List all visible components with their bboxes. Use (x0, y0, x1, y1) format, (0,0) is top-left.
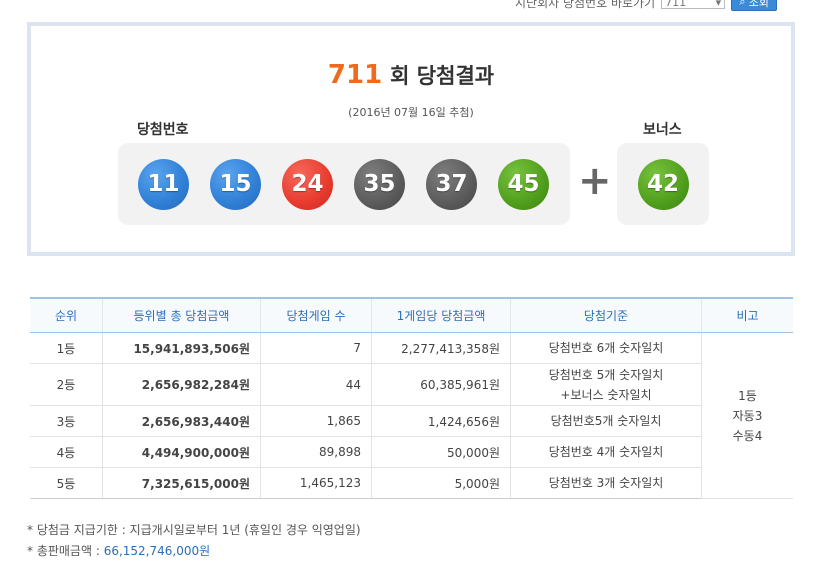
total-sales-label: * 총판매금액 : (27, 544, 104, 558)
total-sales-note: * 총판매금액 : 66,152,746,000원 (27, 541, 361, 562)
draw-date: (2016년 07월 16일 추첨) (348, 106, 474, 119)
col-rank: 순위 (30, 297, 103, 333)
criteria-text: 당첨번호 3개 숫자일치 (548, 476, 664, 490)
number-ball: 37 (426, 158, 477, 210)
col-count: 당첨게임 수 (260, 297, 372, 333)
rank-cell: 5등 (30, 467, 103, 499)
number-ball: 15 (210, 158, 261, 210)
footnotes: * 당첨금 지급기한 : 지급개시일로부터 1년 (휴일인 경우 익영업일) *… (27, 520, 361, 562)
criteria-cell: 당첨번호 5개 숫자일치 +보너스 숫자일치 (510, 363, 702, 406)
table-row: 5등 7,325,615,000원 1,465,123 5,000원 당첨번호 … (30, 467, 793, 499)
draw-round: 711 (327, 60, 383, 90)
per-game-cell: 1,424,656원 (371, 405, 511, 437)
col-total: 등위별 총 당첨금액 (102, 297, 261, 333)
rank-cell: 3등 (30, 405, 103, 437)
col-per-game: 1게임당 당첨금액 (371, 297, 511, 333)
total-sales-value: 66,152,746,000원 (103, 544, 211, 558)
prize-table: 순위 등위별 총 당첨금액 당첨게임 수 1게임당 당첨금액 당첨기준 비고 1… (30, 297, 793, 499)
number-ball: 24 (282, 158, 333, 210)
total-cell: 2,656,983,440원 (102, 405, 261, 437)
count-cell: 7 (260, 332, 372, 364)
round-select-value: 711 (665, 0, 687, 9)
note-line: 자동3 (732, 408, 763, 423)
note-line: 1등 (738, 388, 757, 403)
table-row: 1등 15,941,893,506원 7 2,277,413,358원 당첨번호… (30, 332, 793, 499)
number-ball: 11 (138, 158, 189, 210)
criteria-cell: 당첨번호 4개 숫자일치 (510, 436, 702, 468)
winning-numbers-label: 당첨번호 (137, 122, 189, 138)
count-cell: 89,898 (260, 436, 372, 468)
search-button-label: 조회 (748, 0, 769, 9)
total-cell: 15,941,893,506원 (102, 332, 261, 364)
col-note: 비고 (701, 297, 793, 333)
table-row: 3등 2,656,983,440원 1,865 1,424,656원 당첨번호5… (30, 405, 793, 437)
payout-deadline-note: * 당첨금 지급기한 : 지급개시일로부터 1년 (휴일인 경우 익영업일) (27, 523, 361, 537)
count-cell: 44 (260, 363, 372, 406)
count-cell: 1,465,123 (260, 467, 372, 499)
chevron-down-icon: ▾ (715, 0, 722, 9)
note-cell: 1등 자동3 수동4 (701, 332, 793, 499)
per-game-cell: 60,385,961원 (371, 363, 511, 406)
table-row: 4등 4,494,900,000원 89,898 50,000원 당첨번호 4개… (30, 436, 793, 468)
bonus-label: 보너스 (643, 122, 682, 138)
per-game-cell: 50,000원 (371, 436, 511, 468)
draw-title: 711 회 당첨결과 (31, 60, 791, 90)
criteria-cell: 당첨번호5개 숫자일치 (510, 405, 702, 437)
per-game-cell: 2,277,413,358원 (371, 332, 511, 364)
rank-cell: 2등 (30, 363, 103, 406)
note-line: 수동4 (732, 428, 763, 443)
search-icon: ⌕ (739, 0, 746, 8)
criteria-text: 당첨번호5개 숫자일치 (550, 414, 662, 428)
winning-numbers: 11 15 24 35 37 45 (118, 143, 570, 225)
past-round-search: 지난회차 당첨번호 바로가기 711 ▾ ⌕ 조회 (515, 0, 778, 12)
per-game-cell: 5,000원 (371, 467, 511, 499)
total-cell: 7,325,615,000원 (102, 467, 261, 499)
number-ball: 35 (354, 158, 405, 210)
criteria-cell: 당첨번호 6개 숫자일치 (510, 332, 702, 364)
rank-cell: 4등 (30, 436, 103, 468)
bonus-number: 42 (617, 143, 709, 225)
draw-result-box: 711 회 당첨결과 (2016년 07월 16일 추첨) 당첨번호 보너스 11… (27, 22, 795, 256)
total-cell: 2,656,982,284원 (102, 363, 261, 406)
criteria-text: 당첨번호 6개 숫자일치 (548, 341, 664, 355)
bonus-ball: 42 (637, 158, 689, 210)
total-cell: 4,494,900,000원 (102, 436, 261, 468)
count-cell: 1,865 (260, 405, 372, 437)
plus-icon: + (578, 158, 612, 204)
rank-cell: 1등 (30, 332, 103, 364)
table-header-row: 순위 등위별 총 당첨금액 당첨게임 수 1게임당 당첨금액 당첨기준 비고 (30, 297, 793, 333)
search-button[interactable]: ⌕ 조회 (731, 0, 778, 11)
criteria-text: 당첨번호 4개 숫자일치 (548, 445, 664, 459)
number-ball: 45 (498, 158, 549, 210)
criteria-text-bonus: +보너스 숫자일치 (560, 387, 652, 402)
criteria-text: 당첨번호 5개 숫자일치 (548, 367, 664, 382)
past-round-label: 지난회차 당첨번호 바로가기 (515, 0, 656, 10)
table-row: 2등 2,656,982,284원 44 60,385,961원 당첨번호 5개… (30, 363, 793, 406)
criteria-cell: 당첨번호 3개 숫자일치 (510, 467, 702, 499)
draw-title-suffix: 회 당첨결과 (390, 64, 495, 88)
col-criteria: 당첨기준 (510, 297, 702, 333)
round-select[interactable]: 711 ▾ (661, 0, 726, 9)
